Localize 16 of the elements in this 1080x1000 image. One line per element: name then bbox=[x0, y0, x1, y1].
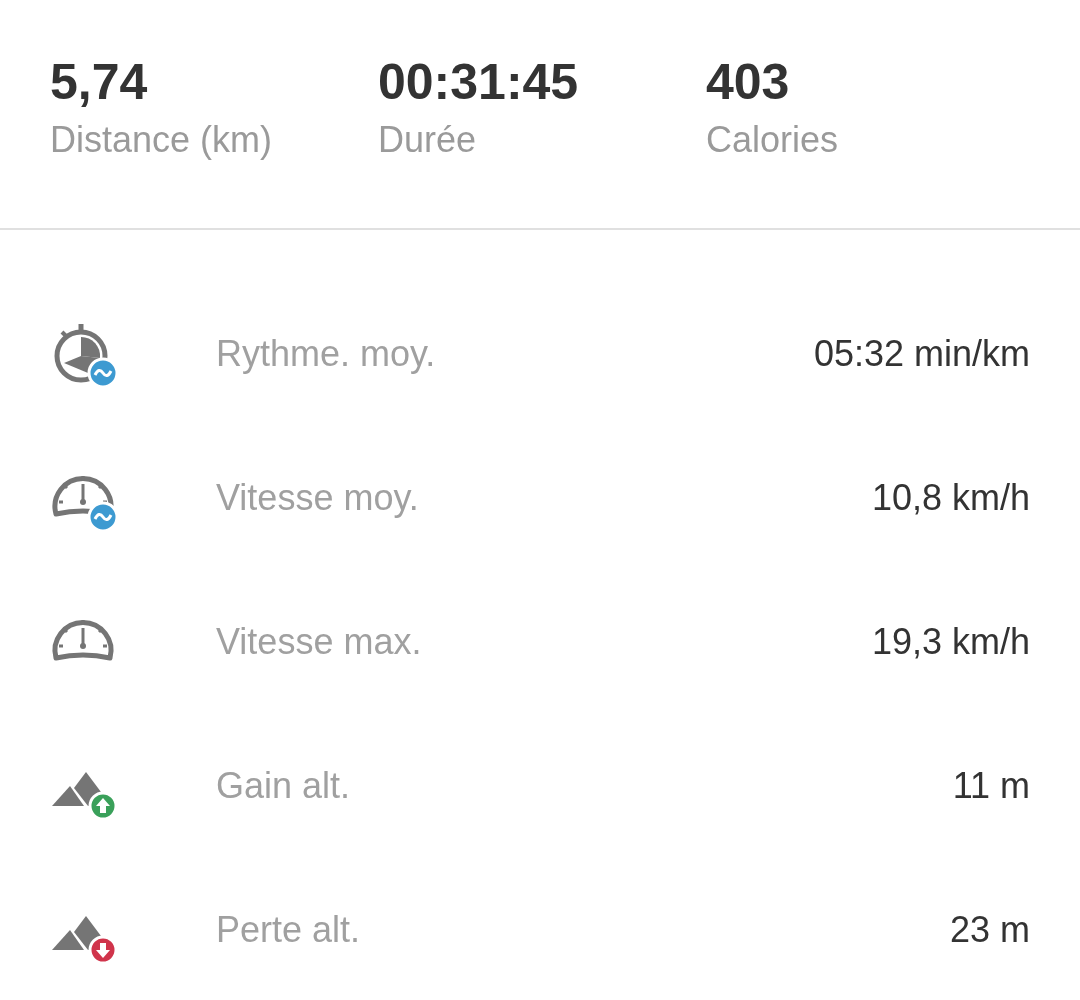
summary-value: 403 bbox=[706, 53, 791, 112]
summary-value: 5,74 bbox=[50, 53, 149, 112]
summary-label: Calories bbox=[706, 118, 840, 162]
stat-label: Rythme. moy. bbox=[216, 333, 437, 375]
summary-value: 00:31:45 bbox=[378, 53, 580, 112]
stat-value: 23 m bbox=[949, 909, 1030, 951]
stat-value: 11 m bbox=[952, 765, 1030, 807]
stat-label: Vitesse max. bbox=[216, 621, 423, 663]
stat-value: 19,3 km/h bbox=[871, 621, 1030, 663]
summary-label: Distance (km) bbox=[50, 118, 274, 162]
stat-label: Vitesse moy. bbox=[216, 477, 420, 519]
stat-label: Perte alt. bbox=[216, 909, 362, 951]
stat-value: 05:32 min/km bbox=[813, 333, 1030, 375]
summary-label: Durée bbox=[378, 118, 478, 162]
stat-value: 10,8 km/h bbox=[871, 477, 1030, 519]
stat-label: Gain alt. bbox=[216, 765, 352, 807]
